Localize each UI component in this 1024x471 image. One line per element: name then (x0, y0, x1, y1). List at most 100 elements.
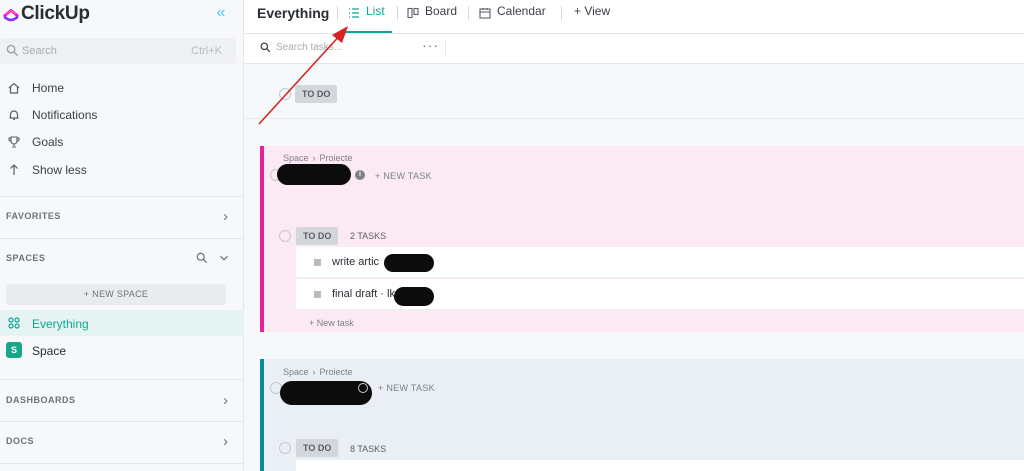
header: Everything List Board Calendar + View (244, 0, 1024, 34)
sidebar-item-everything[interactable]: Everything (0, 310, 244, 336)
nav-notifications[interactable]: Notifications (0, 104, 236, 126)
breadcrumb-separator: › (312, 367, 316, 377)
task-row[interactable]: write artic (296, 247, 1024, 278)
list-toolbar: Search tasks... ··· (244, 34, 1024, 64)
new-task-button[interactable]: + NEW TASK (378, 383, 435, 393)
tab-board[interactable]: Board (407, 0, 467, 33)
collapse-sidebar-icon[interactable]: « (212, 4, 230, 22)
list-section: Space › Proiecte + NEW TASK TO DO 8 TASKS (260, 359, 1024, 471)
divider (468, 6, 469, 20)
clickup-logo-icon (3, 8, 19, 22)
list-color-stripe (260, 359, 264, 471)
task-name[interactable]: write artic (332, 256, 379, 268)
list-color-stripe (260, 146, 264, 332)
add-view-button[interactable]: + View (574, 0, 624, 33)
search-icon (6, 44, 19, 57)
divider (0, 379, 244, 380)
brand: ClickUp « (0, 0, 244, 30)
breadcrumb-space[interactable]: Space (283, 153, 309, 163)
sidebar-search[interactable]: Search Ctrl+K (0, 38, 236, 64)
add-view-label: + View (574, 4, 611, 18)
nav-goals-label: Goals (32, 135, 64, 149)
section-docs-title: DOCS (6, 436, 35, 446)
section-dashboards-title: DASHBOARDS (6, 395, 76, 405)
sidebar: ClickUp « Search Ctrl+K Home Notificatio… (0, 0, 244, 471)
section-dashboards[interactable]: DASHBOARDS › (0, 389, 244, 413)
calendar-icon (479, 8, 491, 19)
sidebar-item-space[interactable]: S Space (0, 337, 244, 363)
chevron-right-icon: › (223, 392, 228, 409)
bell-icon (9, 110, 19, 121)
arrow-up-icon (10, 164, 18, 175)
brand-name: ClickUp (21, 3, 90, 24)
nav-notifications-label: Notifications (32, 108, 98, 122)
new-task-button[interactable]: + NEW TASK (375, 171, 432, 181)
divider (561, 6, 562, 20)
divider (397, 6, 398, 20)
divider (445, 41, 446, 55)
task-row[interactable]: final draft · lkup (296, 279, 1024, 310)
task-row[interactable] (296, 460, 1024, 471)
redacted-text (394, 287, 434, 306)
board-icon (407, 7, 419, 19)
task-status-icon[interactable] (314, 291, 321, 298)
nav-home[interactable]: Home (0, 77, 236, 99)
list-icon (349, 8, 359, 18)
search-shortcut: Ctrl+K (191, 45, 222, 57)
chevron-right-icon: › (223, 208, 228, 225)
status-badge[interactable]: TO DO (296, 439, 339, 457)
breadcrumb-folder[interactable]: Proiecte (320, 153, 353, 163)
annotation-arrow-icon (258, 26, 348, 125)
divider (337, 6, 338, 20)
task-count: 2 TASKS (350, 231, 387, 241)
section-spaces-title: SPACES (6, 253, 46, 263)
search-icon[interactable] (196, 252, 208, 264)
section-docs[interactable]: DOCS › (0, 430, 244, 454)
sidebar-item-space-label: Space (32, 344, 67, 358)
trophy-icon (8, 136, 20, 148)
grid-icon (8, 317, 20, 329)
redacted-list-name (277, 164, 351, 185)
divider (0, 421, 244, 422)
status-group: TO DO (244, 64, 1024, 119)
sidebar-search-placeholder: Search (22, 45, 57, 57)
section-favorites[interactable]: FAVORITES › (0, 205, 244, 229)
nav-goals[interactable]: Goals (0, 131, 236, 153)
breadcrumb-folder[interactable]: Proiecte (320, 367, 353, 377)
collapse-toggle-icon[interactable] (279, 442, 291, 454)
space-avatar: S (6, 342, 22, 358)
nav-show-less[interactable]: Show less (0, 159, 236, 181)
breadcrumb-separator: › (312, 153, 316, 163)
task-count: 8 TASKS (350, 444, 387, 454)
tab-calendar-label: Calendar (497, 4, 546, 18)
main-content: Everything List Board Calendar + View Se… (244, 0, 1024, 471)
divider (0, 196, 244, 197)
redacted-text (384, 254, 434, 272)
task-status-icon[interactable] (314, 259, 321, 266)
collapse-toggle-icon[interactable] (279, 230, 291, 242)
page-title: Everything (257, 5, 330, 21)
info-icon[interactable]: i (355, 170, 365, 180)
section-spaces[interactable]: SPACES (0, 247, 244, 271)
nav-show-less-label: Show less (32, 163, 87, 177)
info-icon[interactable] (358, 383, 368, 393)
tab-board-label: Board (425, 4, 458, 18)
breadcrumb: Space › Proiecte (283, 367, 353, 377)
sidebar-item-everything-label: Everything (32, 317, 89, 331)
tab-list-label: List (366, 4, 385, 18)
status-badge[interactable]: TO DO (296, 227, 339, 245)
divider (0, 238, 244, 239)
chevron-right-icon: › (223, 433, 228, 450)
home-icon (8, 82, 20, 94)
tab-calendar[interactable]: Calendar (479, 0, 554, 33)
chevron-down-icon[interactable] (218, 252, 230, 264)
more-options-icon[interactable]: ··· (422, 37, 439, 53)
list-section: Space › Proiecte i + NEW TASK TO DO 2 TASK… (260, 146, 1024, 332)
breadcrumb: Space › Proiecte (283, 153, 353, 163)
divider (0, 463, 244, 464)
breadcrumb-space[interactable]: Space (283, 367, 309, 377)
add-task-button[interactable]: + New task (309, 318, 354, 328)
new-space-button[interactable]: + NEW SPACE (6, 284, 226, 305)
section-favorites-title: FAVORITES (6, 211, 61, 221)
nav-home-label: Home (32, 81, 65, 95)
